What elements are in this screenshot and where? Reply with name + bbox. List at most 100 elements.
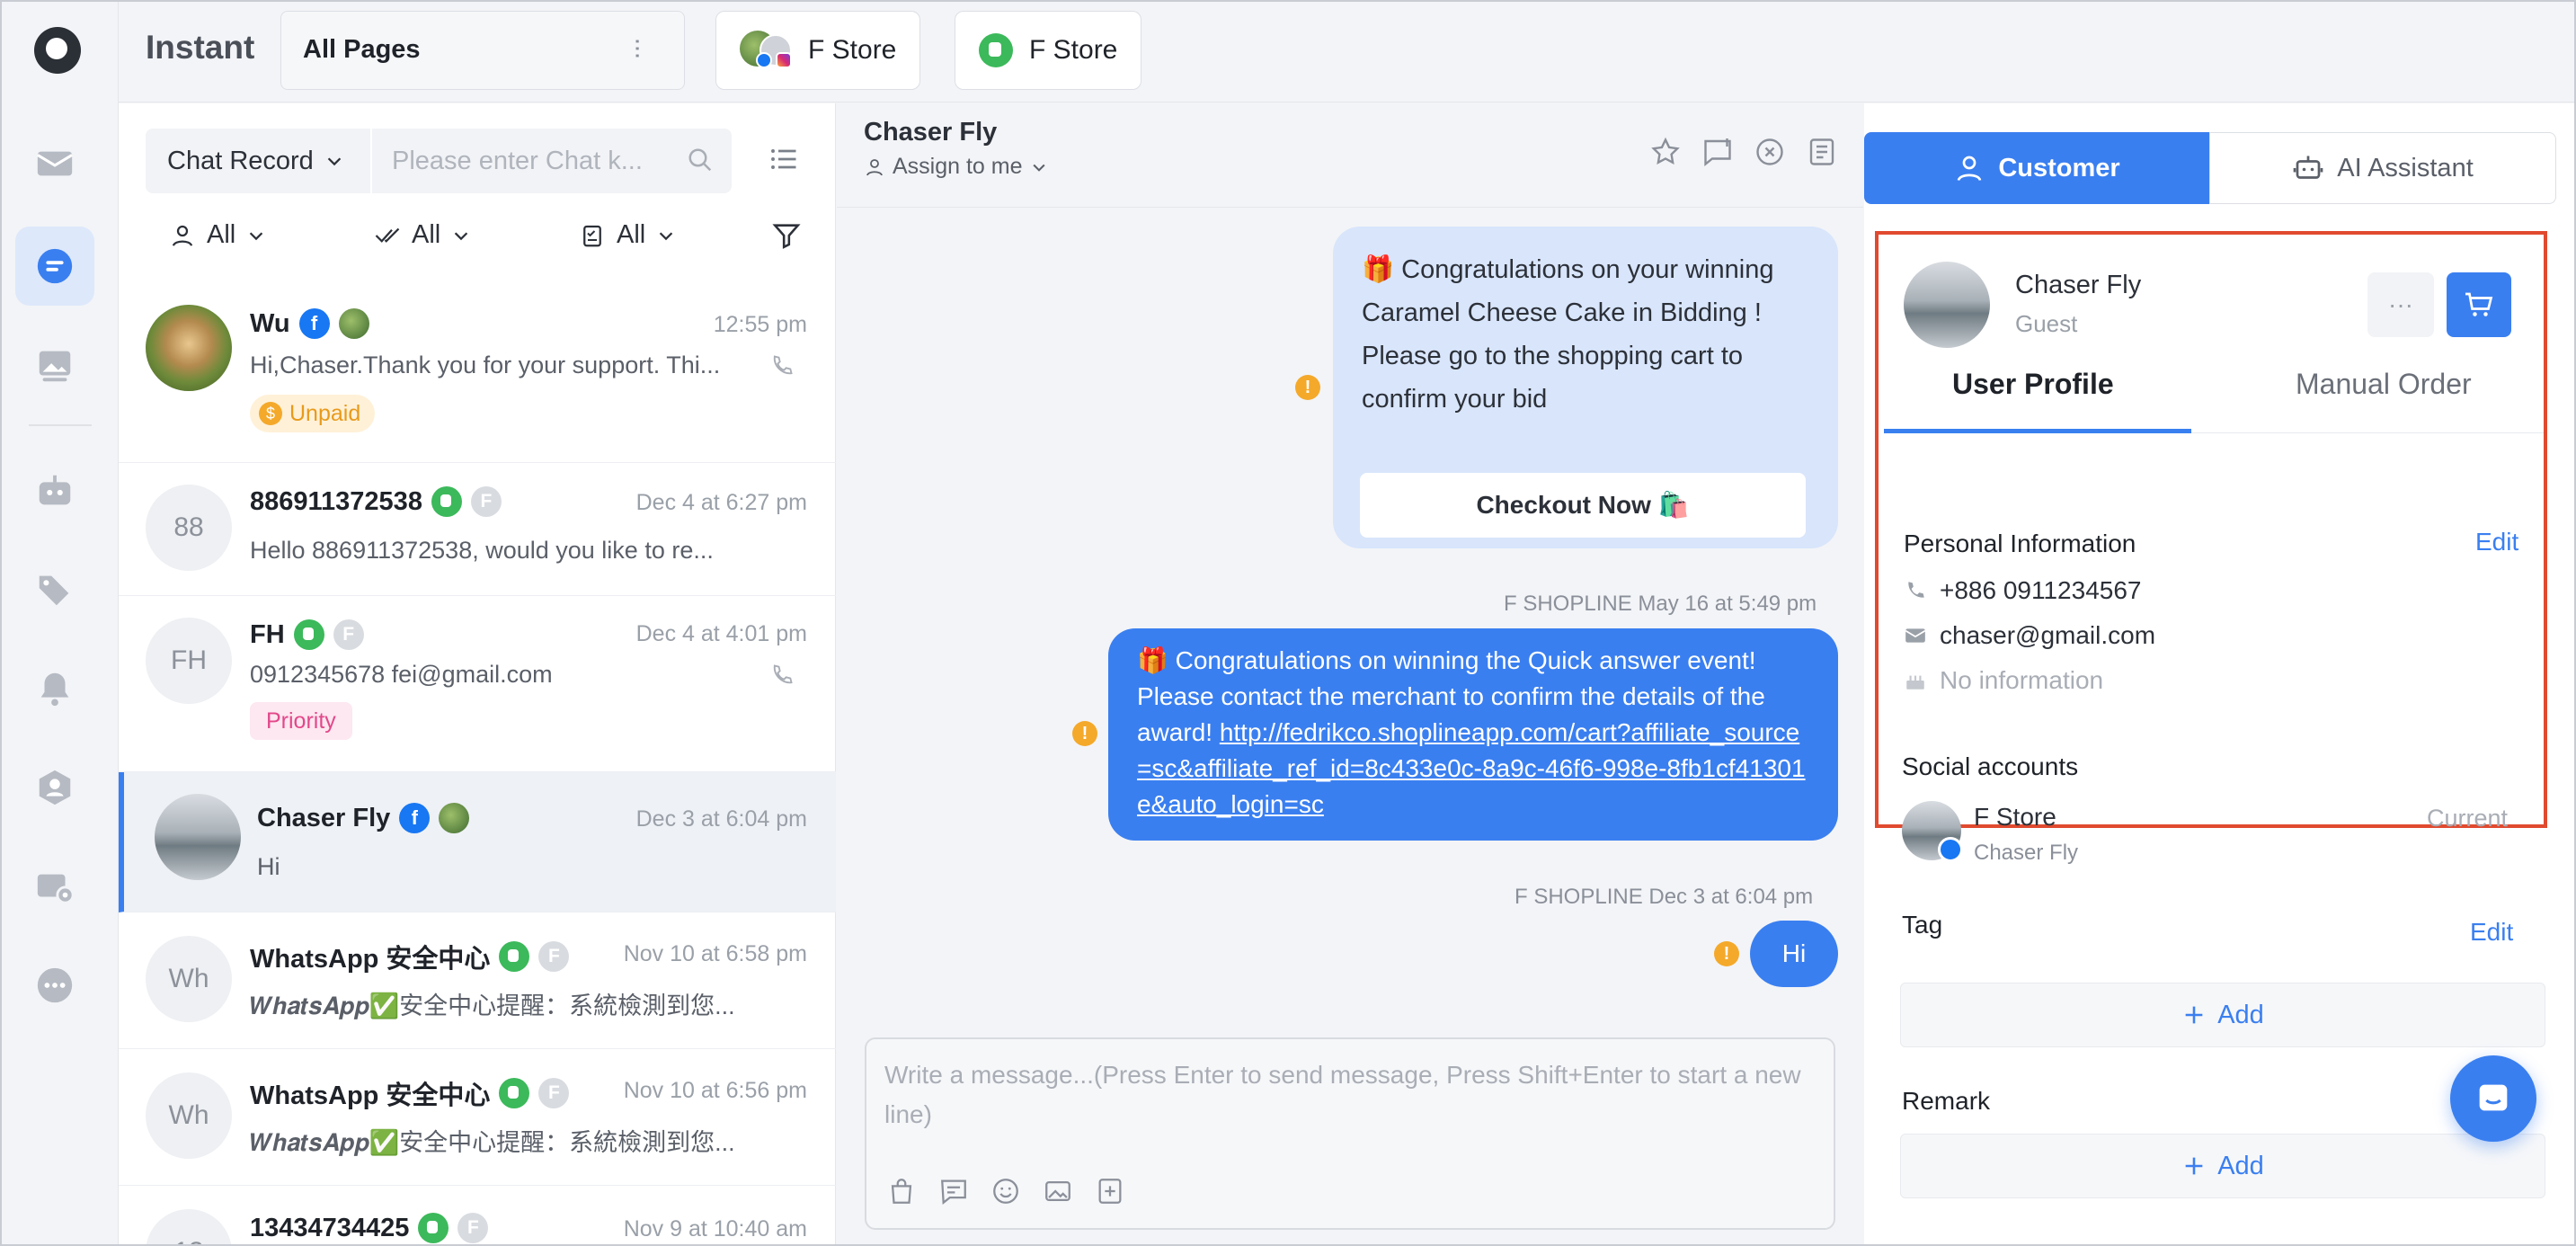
avatar: 88 <box>146 485 232 571</box>
chat-icon[interactable] <box>15 227 94 306</box>
cart-button[interactable] <box>2447 272 2511 337</box>
social-store-name: F Store <box>1974 803 2056 831</box>
plus-icon <box>2185 1157 2203 1175</box>
filter-assignee[interactable]: All <box>169 220 266 250</box>
whatsapp-icon <box>499 1078 530 1108</box>
comment-flag-icon[interactable] <box>1701 136 1734 168</box>
remark-title: Remark <box>1902 1087 1991 1115</box>
search-placeholder: Please enter Chat k... <box>392 146 643 175</box>
message-bubble-outgoing: Hi <box>1750 921 1838 987</box>
social-accounts-title: Social accounts <box>1902 752 2079 780</box>
quick-reply-icon[interactable] <box>938 1176 969 1206</box>
chat-list-item[interactable]: Wu f 12:55 pm Hi,Chaser.Thank you for yo… <box>119 283 836 463</box>
add-tag-button[interactable]: Add <box>1900 983 2545 1047</box>
message-sender: F SHOPLINE <box>1515 885 1643 909</box>
chat-search-input[interactable]: Please enter Chat k... <box>372 129 732 193</box>
inbox-icon[interactable] <box>15 124 94 203</box>
phone-row: +886 0911234567 <box>1904 576 2142 605</box>
chat-list-item[interactable]: 88 886911372538 F Dec 4 at 6:27 pm Hello… <box>119 463 836 596</box>
chat-item-message: Hello 886911372538, would you like to re… <box>250 537 714 564</box>
chevron-down-icon <box>327 157 342 166</box>
emoji-icon[interactable] <box>990 1176 1021 1206</box>
funnel-filter-icon[interactable] <box>771 220 802 251</box>
chat-item-name: WhatsApp 安全中心 F <box>250 938 570 975</box>
whatsapp-icon <box>431 486 462 517</box>
chat-list-item-selected[interactable]: Chaser Fly f Dec 3 at 6:04 pm Hi <box>119 772 836 912</box>
warning-icon[interactable]: ! <box>1295 375 1320 400</box>
chat-item-name: Wu f <box>250 308 369 339</box>
dollar-icon: $ <box>259 402 282 425</box>
chat-item-name: WhatsApp 安全中心 F <box>250 1074 570 1112</box>
chat-item-time: Nov 10 at 6:58 pm <box>623 941 807 966</box>
sidebar-divider <box>29 424 92 426</box>
ticket-settings-icon[interactable] <box>15 847 94 926</box>
facebook-icon: f <box>399 803 431 833</box>
warning-icon[interactable]: ! <box>1714 941 1739 966</box>
kebab-menu-icon[interactable]: ··· <box>623 37 653 58</box>
add-remark-label: Add <box>2217 1151 2264 1180</box>
bot-icon[interactable] <box>15 451 94 530</box>
chat-list-item[interactable]: Wh WhatsApp 安全中心 F Nov 10 at 6:58 pm 𝑾𝒉𝒂… <box>119 912 836 1049</box>
conversation-toolbar <box>1649 136 1838 168</box>
add-template-icon[interactable] <box>1095 1176 1125 1206</box>
email-value: chaser@gmail.com <box>1940 621 2156 649</box>
chevron-down-icon <box>660 231 673 240</box>
user-shield-icon[interactable] <box>15 748 94 827</box>
brand-title: Instant <box>146 29 255 66</box>
plus-icon <box>2185 1006 2203 1024</box>
avatar: Wh <box>146 936 232 1022</box>
image-icon[interactable] <box>1043 1176 1073 1206</box>
message-composer[interactable]: Write a message...(Press Enter to send m… <box>865 1037 1835 1230</box>
block-icon[interactable] <box>1754 136 1786 168</box>
tag-edit-link[interactable]: Edit <box>2470 918 2513 947</box>
chat-item-name: 13434734425 F <box>250 1213 489 1243</box>
more-options-button[interactable]: ··· <box>2367 272 2434 337</box>
tab-customer[interactable]: Customer <box>1864 132 2209 204</box>
chat-list-item[interactable]: Wh WhatsApp 安全中心 F Nov 10 at 6:56 pm 𝑾𝒉𝒂… <box>119 1049 836 1186</box>
app-logo-icon[interactable] <box>34 27 81 74</box>
store-tab-whatsapp[interactable]: F Store <box>955 11 1142 90</box>
pages-selector[interactable]: All Pages ··· <box>280 11 685 90</box>
support-chat-button[interactable] <box>2450 1055 2536 1142</box>
tab-manual-order[interactable]: Manual Order <box>2296 368 2472 401</box>
filter-status[interactable]: All <box>579 220 676 250</box>
store-tab-label: F Store <box>1029 35 1118 65</box>
store-f-icon: F <box>538 941 570 972</box>
chat-list-item[interactable]: FH FH F Dec 4 at 4:01 pm 0912345678 fei@… <box>119 596 836 772</box>
star-icon[interactable] <box>1649 136 1682 168</box>
message-bubble-incoming: 🎁 Congratulations on your winning Carame… <box>1333 227 1838 548</box>
assign-to-me-dropdown[interactable]: Assign to me <box>864 154 1048 180</box>
message-link[interactable]: http://fedrikco.shoplineapp.com/cart?aff… <box>1137 718 1806 818</box>
chat-record-label: Chat Record <box>167 146 314 175</box>
note-icon[interactable] <box>1806 136 1838 168</box>
chat-item-name-text: 13434734425 <box>250 1213 410 1242</box>
warning-icon[interactable]: ! <box>1072 721 1097 746</box>
chat-item-time: Dec 4 at 4:01 pm <box>635 621 807 646</box>
chat-list-item[interactable]: 13 13434734425 F Nov 9 at 10:40 am <box>119 1186 836 1244</box>
user-icon <box>1957 156 1982 182</box>
tab-user-profile[interactable]: User Profile <box>1952 368 2114 401</box>
customer-avatar <box>1904 262 1990 348</box>
bell-icon[interactable] <box>15 649 94 728</box>
filter-label: All <box>412 220 441 249</box>
store-tab-label: F Store <box>808 35 897 65</box>
store-tab-social[interactable]: F Store <box>715 11 921 90</box>
chat-item-time: Dec 3 at 6:04 pm <box>635 806 807 832</box>
tab-ai-assistant[interactable]: AI Assistant <box>2209 132 2556 204</box>
mail-icon <box>1905 628 1926 643</box>
list-view-icon[interactable] <box>768 143 800 175</box>
whatsapp-icon <box>418 1213 449 1243</box>
filter-read-status[interactable]: All <box>374 220 471 250</box>
conversation-header: Chaser Fly Assign to me <box>837 103 1863 208</box>
chat-record-select[interactable]: Chat Record <box>146 129 370 193</box>
checkout-now-button[interactable]: Checkout Now 🛍️ <box>1360 473 1806 538</box>
personal-info-edit-link[interactable]: Edit <box>2475 528 2518 556</box>
chat-item-message: Hi,Chaser.Thank you for your support. Th… <box>250 352 721 378</box>
shopping-bag-icon[interactable] <box>886 1176 917 1206</box>
media-icon[interactable] <box>15 325 94 405</box>
phone-icon <box>1908 582 1924 598</box>
search-icon[interactable] <box>687 147 714 174</box>
more-icon[interactable] <box>15 946 94 1025</box>
add-remark-button[interactable]: Add <box>1900 1134 2545 1198</box>
tag-icon[interactable] <box>15 550 94 629</box>
